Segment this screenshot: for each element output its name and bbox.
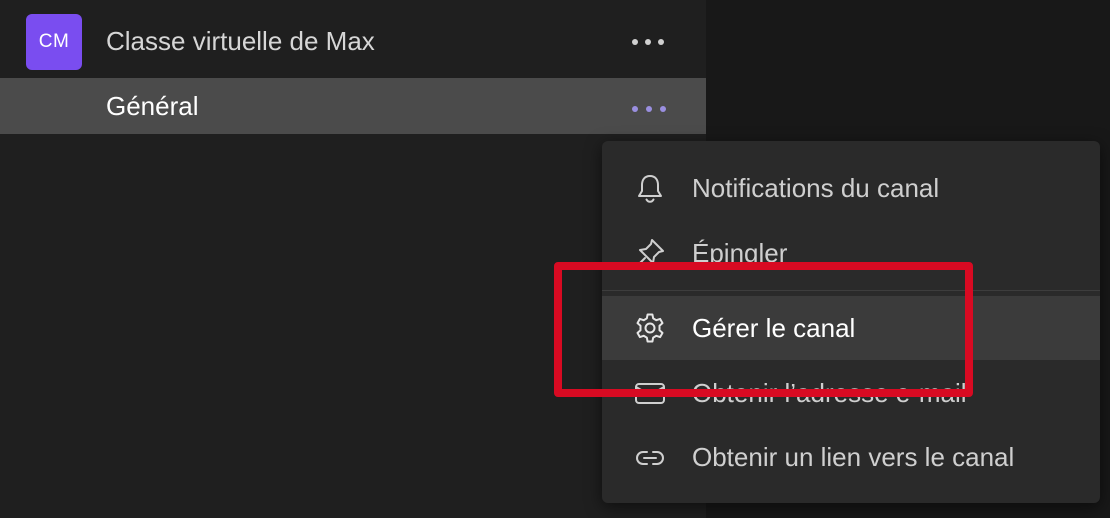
link-icon [632,439,668,475]
menu-item-channel-notifications[interactable]: Notifications du canal [602,156,1100,220]
team-avatar: CM [26,14,82,70]
mail-icon [632,375,668,411]
team-more-options-icon[interactable] [632,35,664,49]
menu-item-label: Obtenir l’adresse e-mail [692,378,967,408]
menu-item-label: Notifications du canal [692,173,940,203]
menu-item-label: Épingler [692,238,788,268]
bell-icon [632,170,668,206]
team-row[interactable]: CM Classe virtuelle de Max [0,0,706,78]
gear-icon [632,310,668,346]
menu-item-pin[interactable]: Épingler [602,221,1100,285]
menu-item-manage-channel[interactable]: Gérer le canal [602,296,1100,360]
channel-row-general[interactable]: Général [0,78,706,134]
menu-divider [602,290,1100,291]
menu-item-get-email-address[interactable]: Obtenir l’adresse e-mail [602,361,1100,425]
channel-list-pane: CM Classe virtuelle de Max Général [0,0,706,518]
menu-item-label: Obtenir un lien vers le canal [692,442,1015,472]
menu-item-get-channel-link[interactable]: Obtenir un lien vers le canal [602,425,1100,489]
menu-item-label: Gérer le canal [692,313,856,343]
pin-icon [632,235,668,271]
channel-context-menu: Notifications du canal Épingler Gérer le… [602,141,1100,503]
team-name: Classe virtuelle de Max [106,26,375,56]
channel-more-options-icon[interactable] [632,102,666,116]
channel-name: Général [106,91,199,121]
